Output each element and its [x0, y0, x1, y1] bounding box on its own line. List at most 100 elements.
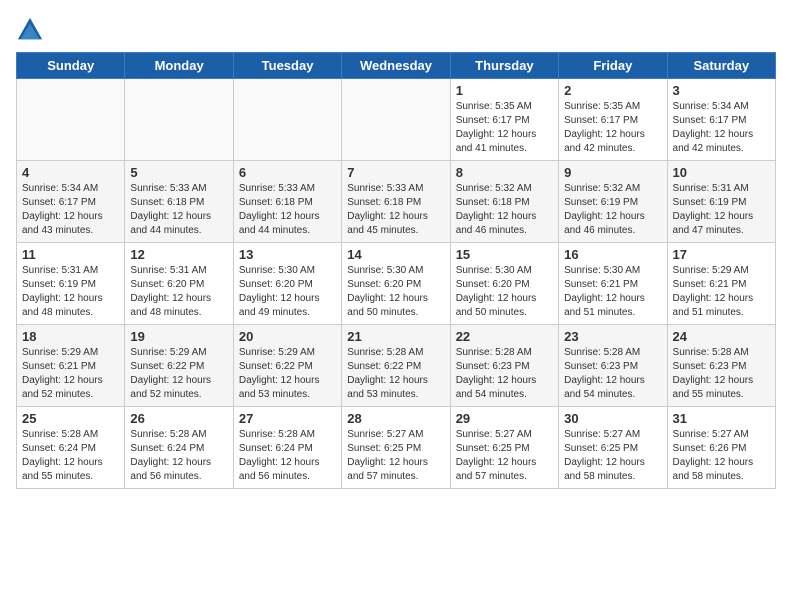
day-number: 11 [22, 247, 119, 262]
day-info: Sunrise: 5:27 AM Sunset: 6:26 PM Dayligh… [673, 428, 770, 484]
day-number: 25 [22, 411, 119, 426]
day-number: 3 [673, 83, 770, 98]
day-number: 26 [130, 411, 227, 426]
day-number: 24 [673, 329, 770, 344]
day-number: 18 [22, 329, 119, 344]
day-number: 23 [564, 329, 661, 344]
calendar-cell: 21Sunrise: 5:28 AM Sunset: 6:22 PM Dayli… [342, 325, 450, 407]
calendar-cell: 20 Sunrise: 5:29 AM Sunset: 6:22 PM Dayli… [233, 325, 341, 407]
day-info: Sunrise: 5:32 AM Sunset: 6:19 PM Dayligh… [564, 182, 661, 238]
day-of-week-header: Tuesday [233, 53, 341, 79]
day-number: 30 [564, 411, 661, 426]
calendar-cell: 13 Sunrise: 5:30 AM Sunset: 6:20 PM Dayli… [233, 243, 341, 325]
day-of-week-header: Thursday [450, 53, 558, 79]
day-info: Sunrise: 5:31 AM Sunset: 6:19 PM Dayligh… [673, 182, 770, 238]
day-number: 27 [239, 411, 336, 426]
day-number: 16 [564, 247, 661, 262]
day-of-week-header: Sunday [17, 53, 125, 79]
day-info: Sunrise: 5:29 AM Sunset: 6:21 PM Dayligh… [22, 346, 119, 402]
calendar-week-row: 1 Sunrise: 5:35 AM Sunset: 6:17 PM Daylig… [17, 79, 776, 161]
day-number: 4 [22, 165, 119, 180]
day-of-week-header: Friday [559, 53, 667, 79]
day-info: Sunrise: 5:27 AM Sunset: 6:25 PM Dayligh… [456, 428, 553, 484]
day-number: 10 [673, 165, 770, 180]
day-info: Sunrise: 5:31 AM Sunset: 6:19 PM Dayligh… [22, 264, 119, 320]
calendar-cell: 17 Sunrise: 5:29 AM Sunset: 6:21 PM Dayli… [667, 243, 775, 325]
calendar-cell: 23 Sunrise: 5:28 AM Sunset: 6:23 PM Dayli… [559, 325, 667, 407]
day-info: Sunrise: 5:28 AM Sunset: 6:23 PM Dayligh… [564, 346, 661, 402]
day-info: Sunrise: 5:34 AM Sunset: 6:17 PM Dayligh… [673, 100, 770, 156]
calendar-cell: 30 Sunrise: 5:27 AM Sunset: 6:25 PM Dayli… [559, 407, 667, 489]
day-number: 31 [673, 411, 770, 426]
day-info: Sunrise: 5:29 AM Sunset: 6:22 PM Dayligh… [130, 346, 227, 402]
calendar-header-row: SundayMondayTuesdayWednesdayThursdayFrid… [17, 53, 776, 79]
day-info: Sunrise: 5:28 AM Sunset: 6:22 PM Dayligh… [347, 346, 444, 402]
day-info: Sunrise: 5:31 AM Sunset: 6:20 PM Dayligh… [130, 264, 227, 320]
day-of-week-header: Saturday [667, 53, 775, 79]
calendar-cell: 16 Sunrise: 5:30 AM Sunset: 6:21 PM Dayli… [559, 243, 667, 325]
calendar-cell: 28Sunrise: 5:27 AM Sunset: 6:25 PM Dayli… [342, 407, 450, 489]
calendar-cell: 12 Sunrise: 5:31 AM Sunset: 6:20 PM Dayli… [125, 243, 233, 325]
day-number: 7 [347, 165, 444, 180]
calendar-cell: 15 Sunrise: 5:30 AM Sunset: 6:20 PM Dayli… [450, 243, 558, 325]
day-number: 14 [347, 247, 444, 262]
calendar-table: SundayMondayTuesdayWednesdayThursdayFrid… [16, 52, 776, 489]
day-info: Sunrise: 5:35 AM Sunset: 6:17 PM Dayligh… [564, 100, 661, 156]
day-number: 22 [456, 329, 553, 344]
calendar-cell: 29 Sunrise: 5:27 AM Sunset: 6:25 PM Dayli… [450, 407, 558, 489]
day-number: 20 [239, 329, 336, 344]
day-number: 5 [130, 165, 227, 180]
day-info: Sunrise: 5:27 AM Sunset: 6:25 PM Dayligh… [347, 428, 444, 484]
day-number: 15 [456, 247, 553, 262]
day-info: Sunrise: 5:33 AM Sunset: 6:18 PM Dayligh… [130, 182, 227, 238]
day-info: Sunrise: 5:34 AM Sunset: 6:17 PM Dayligh… [22, 182, 119, 238]
calendar-cell: 27 Sunrise: 5:28 AM Sunset: 6:24 PM Dayli… [233, 407, 341, 489]
calendar-cell: 25Sunrise: 5:28 AM Sunset: 6:24 PM Dayli… [17, 407, 125, 489]
day-number: 13 [239, 247, 336, 262]
calendar-week-row: 25 Sunrise: 5:28 AM Sunset: 6:24 PM Dayli… [17, 407, 776, 489]
calendar-cell [125, 79, 233, 161]
day-number: 19 [130, 329, 227, 344]
day-info: Sunrise: 5:30 AM Sunset: 6:20 PM Dayligh… [347, 264, 444, 320]
day-of-week-header: Wednesday [342, 53, 450, 79]
day-number: 9 [564, 165, 661, 180]
day-info: Sunrise: 5:29 AM Sunset: 6:21 PM Dayligh… [673, 264, 770, 320]
day-info: Sunrise: 5:30 AM Sunset: 6:21 PM Dayligh… [564, 264, 661, 320]
day-info: Sunrise: 5:28 AM Sunset: 6:24 PM Dayligh… [130, 428, 227, 484]
calendar-cell: 19 Sunrise: 5:29 AM Sunset: 6:22 PM Dayli… [125, 325, 233, 407]
day-info: Sunrise: 5:28 AM Sunset: 6:23 PM Dayligh… [456, 346, 553, 402]
calendar-cell: 9 Sunrise: 5:32 AM Sunset: 6:19 PM Daylig… [559, 161, 667, 243]
day-of-week-header: Monday [125, 53, 233, 79]
day-number: 1 [456, 83, 553, 98]
calendar-cell: 6Sunrise: 5:33 AM Sunset: 6:18 PM Daylig… [233, 161, 341, 243]
day-info: Sunrise: 5:27 AM Sunset: 6:25 PM Dayligh… [564, 428, 661, 484]
day-number: 6 [239, 165, 336, 180]
day-info: Sunrise: 5:32 AM Sunset: 6:18 PM Dayligh… [456, 182, 553, 238]
calendar-week-row: 4 Sunrise: 5:34 AM Sunset: 6:17 PM Daylig… [17, 161, 776, 243]
page-header [16, 16, 776, 44]
day-info: Sunrise: 5:28 AM Sunset: 6:24 PM Dayligh… [239, 428, 336, 484]
calendar-cell: 1 Sunrise: 5:35 AM Sunset: 6:17 PM Daylig… [450, 79, 558, 161]
day-number: 17 [673, 247, 770, 262]
day-info: Sunrise: 5:33 AM Sunset: 6:18 PM Dayligh… [347, 182, 444, 238]
day-info: Sunrise: 5:29 AM Sunset: 6:22 PM Dayligh… [239, 346, 336, 402]
day-info: Sunrise: 5:30 AM Sunset: 6:20 PM Dayligh… [239, 264, 336, 320]
day-number: 29 [456, 411, 553, 426]
calendar-cell: 4 Sunrise: 5:34 AM Sunset: 6:17 PM Daylig… [17, 161, 125, 243]
day-number: 12 [130, 247, 227, 262]
calendar-cell: 24Sunrise: 5:28 AM Sunset: 6:23 PM Dayli… [667, 325, 775, 407]
logo [16, 16, 48, 44]
calendar-week-row: 11 Sunrise: 5:31 AM Sunset: 6:19 PM Dayli… [17, 243, 776, 325]
calendar-cell: 31 Sunrise: 5:27 AM Sunset: 6:26 PM Dayli… [667, 407, 775, 489]
day-number: 8 [456, 165, 553, 180]
calendar-cell [17, 79, 125, 161]
calendar-cell: 5 Sunrise: 5:33 AM Sunset: 6:18 PM Daylig… [125, 161, 233, 243]
calendar-cell: 22 Sunrise: 5:28 AM Sunset: 6:23 PM Dayli… [450, 325, 558, 407]
calendar-cell [342, 79, 450, 161]
logo-icon [16, 16, 44, 44]
day-number: 2 [564, 83, 661, 98]
calendar-cell [233, 79, 341, 161]
day-info: Sunrise: 5:35 AM Sunset: 6:17 PM Dayligh… [456, 100, 553, 156]
calendar-cell: 18 Sunrise: 5:29 AM Sunset: 6:21 PM Dayli… [17, 325, 125, 407]
day-info: Sunrise: 5:30 AM Sunset: 6:20 PM Dayligh… [456, 264, 553, 320]
